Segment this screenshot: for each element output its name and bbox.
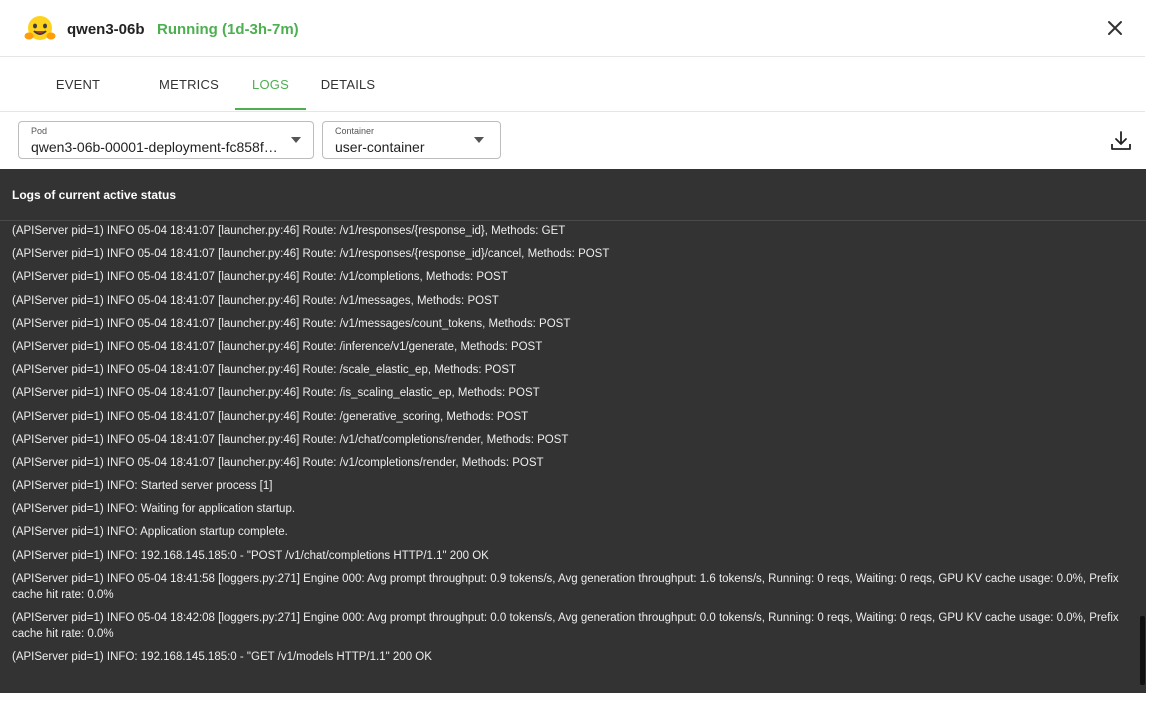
log-line: (APIServer pid=1) INFO: Application star… (12, 526, 288, 539)
log-lines: (APIServer pid=1) INFO 05-04 18:41:07 [l… (12, 223, 1122, 672)
log-line: (APIServer pid=1) INFO 05-04 18:41:07 [l… (12, 317, 571, 330)
tab-bar: EVENT HISTORY METRICS LOGS DETAILS (0, 57, 1145, 147)
chevron-down-icon (474, 137, 484, 143)
log-line: (APIServer pid=1) INFO 05-04 18:41:07 [l… (12, 410, 529, 423)
model-title: qwen3-06b (67, 21, 145, 38)
log-line: (APIServer pid=1) INFO: 192.168.145.185:… (12, 651, 432, 664)
tab-metrics[interactable]: METRICS (159, 57, 219, 112)
tab-details[interactable]: DETAILS (320, 57, 376, 112)
container-select-value: user-container (335, 139, 425, 155)
download-icon[interactable] (1109, 129, 1133, 153)
log-line: (APIServer pid=1) INFO 05-04 18:41:07 [l… (12, 387, 540, 400)
pod-select-value: qwen3-06b-00001-deployment-fc858f… (31, 139, 278, 155)
log-line: (APIServer pid=1) INFO 05-04 18:41:07 [l… (12, 433, 569, 446)
log-panel: Logs of current active status (APIServer… (0, 169, 1146, 693)
log-line: (APIServer pid=1) INFO 05-04 18:41:07 [l… (12, 456, 544, 469)
log-line: (APIServer pid=1) INFO 05-04 18:41:58 [l… (12, 572, 1119, 601)
pod-select-label: Pod (31, 126, 48, 136)
chevron-down-icon (291, 137, 301, 143)
log-line: (APIServer pid=1) INFO: 192.168.145.185:… (12, 549, 489, 562)
tab-event-history[interactable]: EVENT HISTORY (26, 57, 130, 147)
log-line: (APIServer pid=1) INFO 05-04 18:41:07 [l… (12, 225, 566, 237)
log-scrollbar[interactable] (1140, 616, 1145, 685)
status-badge: Running (1d-3h-7m) (157, 21, 299, 38)
log-panel-header: Logs of current active status (0, 169, 1146, 221)
active-tab-indicator (235, 108, 306, 110)
log-line: (APIServer pid=1) INFO 05-04 18:41:07 [l… (12, 340, 543, 353)
log-heading: Logs of current active status (12, 188, 177, 202)
pod-select[interactable]: Pod qwen3-06b-00001-deployment-fc858f… (18, 121, 314, 159)
log-line: (APIServer pid=1) INFO 05-04 18:41:07 [l… (12, 364, 517, 377)
log-line: (APIServer pid=1) INFO 05-04 18:41:07 [l… (12, 248, 610, 261)
hugging-face-emoji-icon (24, 16, 56, 40)
log-line: (APIServer pid=1) INFO 05-04 18:42:08 [l… (12, 612, 1119, 640)
log-line: (APIServer pid=1) INFO: Waiting for appl… (12, 503, 296, 516)
container-select[interactable]: Container user-container (322, 121, 501, 159)
log-line: (APIServer pid=1) INFO 05-04 18:41:07 [l… (12, 294, 499, 307)
log-line: (APIServer pid=1) INFO: Started server p… (12, 480, 273, 493)
tab-logs[interactable]: LOGS (235, 57, 306, 112)
dialog-header: qwen3-06b Running (1d-3h-7m) (0, 0, 1145, 57)
close-icon[interactable] (1103, 16, 1127, 40)
container-select-label: Container (335, 126, 375, 136)
log-line: (APIServer pid=1) INFO 05-04 18:41:07 [l… (12, 271, 508, 284)
